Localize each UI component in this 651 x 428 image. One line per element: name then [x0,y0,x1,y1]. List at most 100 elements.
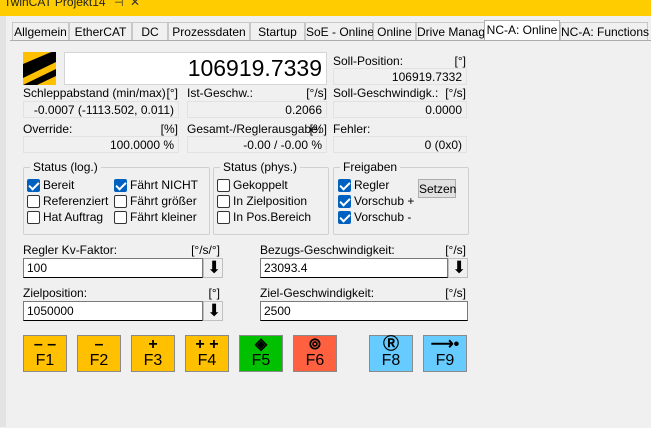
faehrt-nicht-label: Fährt NICHT [130,178,199,192]
tab-drive-manager[interactable]: Drive Manager [416,22,496,40]
ziel-geschw-unit: [°/s] [445,286,466,300]
vorschub-minus-checkbox[interactable] [338,211,351,224]
window-title-bar: TwinCAT Projekt14 ⊣ ✕ [0,0,651,16]
plus-icon: + [148,336,158,353]
bereit-label: Bereit [43,178,75,192]
bezugs-geschw-download-button[interactable]: ⬇ [448,258,468,278]
actual-position-display: 106919.7339 [64,52,327,85]
f2-label: F2 [89,352,109,369]
left-edge [0,16,6,427]
soll-position-value: 106919.7332 [333,68,467,85]
kv-faktor-unit: [°/s/°] [191,243,220,257]
tab-nc-a-functions[interactable]: NC-A: Functions [560,22,650,40]
arrow-down-icon: ⬇ [207,301,222,320]
f3-label: F3 [143,352,163,369]
tab-prozessdaten[interactable]: Prozessdaten [168,22,250,40]
fehler-label: Fehler: [333,122,371,136]
tab-online[interactable]: Online [373,22,416,40]
faehrt-groesser-label: Fährt größer [130,194,197,208]
vorschub-minus-label: Vorschub - [354,210,412,224]
in-zielposition-label: In Zielposition [233,194,308,208]
axis-icon [23,52,56,85]
kv-faktor-input[interactable]: 100 [23,258,203,278]
tab-label: DC [141,25,159,39]
hat-auftrag-checkbox[interactable] [27,211,40,224]
bezugs-geschw-input[interactable]: 23093.4 [260,258,448,278]
ziel-geschw-label: Ziel-Geschwindigkeit: [260,286,375,300]
f1-jog-fast-minus-button[interactable]: – – F1 [23,335,67,372]
ist-geschw-unit: [°/s] [306,86,327,100]
referenziert-label: Referenziert [43,194,109,208]
gesamt-value: -0.00 / -0.00 % [187,136,327,153]
zielposition-unit: [°] [208,286,220,300]
bezugs-geschw-unit: [°/s] [445,243,466,257]
gesamt-unit: [%] [309,122,327,136]
soll-position-label: Soll-Position: [333,54,404,68]
tab-label: NC-A: Functions [561,25,650,39]
f6-stop-button[interactable]: ⊚ F6 [293,335,337,372]
override-value: 100.0000 % [23,136,179,153]
referenziert-checkbox[interactable] [27,195,40,208]
ist-geschw-value: 0.2066 [187,101,327,118]
f3-jog-plus-button[interactable]: + F3 [131,335,175,372]
f6-label: F6 [305,352,325,369]
tab-dc[interactable]: DC [132,22,168,40]
soll-position-unit: [°] [454,54,466,68]
tab-allgemein[interactable]: Allgemein [12,22,69,40]
override-label: Override: [23,122,73,136]
setzen-button[interactable]: Setzen [418,179,456,198]
override-unit: [%] [160,122,178,136]
bezugs-geschw-label: Bezugs-Geschwindigkeit: [260,243,395,257]
kv-faktor-download-button[interactable]: ⬇ [203,258,223,278]
f9-home-button[interactable]: ⟶• F9 [423,335,467,372]
in-pos-bereich-checkbox[interactable] [217,211,230,224]
tab-label: Online [377,25,412,39]
tab-ethercat[interactable]: EtherCAT [69,22,132,40]
vorschub-plus-label: Vorschub + [354,194,415,208]
close-icon[interactable]: ✕ [130,0,140,9]
f5-start-button[interactable]: ◈ F5 [239,335,283,372]
f8-label: F8 [381,352,401,369]
regler-label: Regler [354,178,390,192]
zielposition-label: Zielposition: [23,286,88,300]
faehrt-groesser-checkbox[interactable] [114,195,127,208]
bereit-checkbox[interactable] [27,179,40,192]
tab-label: NC-A: Online [486,23,558,37]
f5-label: F5 [251,352,271,369]
faehrt-kleiner-checkbox[interactable] [114,211,127,224]
faehrt-nicht-checkbox[interactable] [114,179,127,192]
tab-nc-a-online[interactable]: NC-A: Online [484,20,560,41]
schleppabstand-unit: [°] [166,86,178,100]
status-phys-title: Status (phys.) [220,160,301,174]
faehrt-kleiner-label: Fährt kleiner [130,210,197,224]
double-minus-icon: – – [33,336,57,353]
start-icon: ◈ [254,336,268,353]
tab-soe-online[interactable]: SoE - Online [305,22,374,40]
ziel-geschw-input[interactable]: 2500 [260,301,468,321]
freigaben-title: Freigaben [340,160,401,174]
fehler-value: 0 (0x0) [333,136,467,153]
pin-icon[interactable]: ⊣ [114,0,124,9]
in-zielposition-checkbox[interactable] [217,195,230,208]
f2-jog-minus-button[interactable]: – F2 [77,335,121,372]
gekoppelt-label: Gekoppelt [233,178,288,192]
tab-label: Prozessdaten [172,25,246,39]
tab-label: Allgemein [14,25,67,39]
zielposition-download-button[interactable]: ⬇ [203,301,223,321]
f8-reset-button[interactable]: Ⓡ F8 [369,335,413,372]
stop-icon: ⊚ [308,336,322,353]
soll-geschw-unit: [°/s] [445,86,466,100]
tab-label: Startup [258,25,297,39]
gekoppelt-checkbox[interactable] [217,179,230,192]
tab-label: EtherCAT [74,25,127,39]
reset-icon: Ⓡ [382,336,399,353]
regler-checkbox[interactable] [338,179,351,192]
f4-jog-fast-plus-button[interactable]: + + F4 [185,335,229,372]
f4-label: F4 [197,352,217,369]
tab-startup[interactable]: Startup [250,22,305,40]
soll-geschw-value: 0.0000 [333,101,467,118]
f9-label: F9 [435,352,455,369]
tab-bar: Allgemein EtherCAT DC Prozessdaten Start… [10,20,651,41]
vorschub-plus-checkbox[interactable] [338,195,351,208]
zielposition-input[interactable]: 1050000 [23,301,203,321]
